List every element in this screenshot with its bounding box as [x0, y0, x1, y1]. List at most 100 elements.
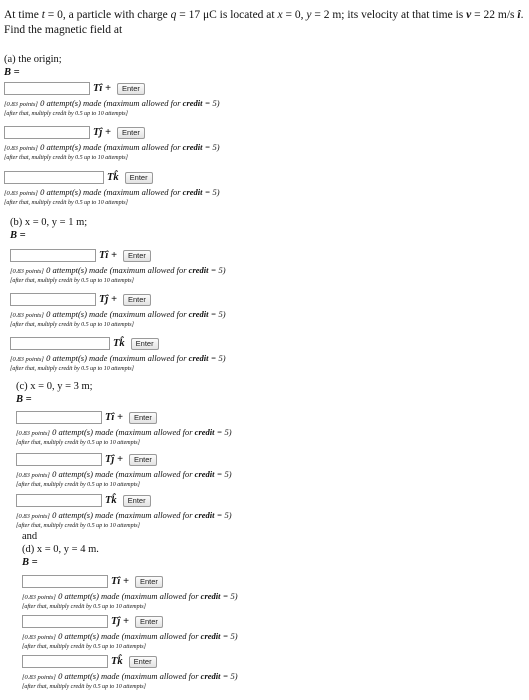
max-text: = 5): [202, 98, 220, 108]
problem-text: = 0,: [282, 9, 307, 21]
enter-button-b-i[interactable]: Enter: [122, 249, 151, 262]
credit-label: credit: [188, 265, 209, 275]
answer-block-b-i: Tî + Enter [0.83 points] 0 attempt(s) ma…: [10, 247, 390, 285]
points-label: [0.83 points]: [4, 145, 38, 152]
credit-note: [after that, multiply credit by 0.5 up t…: [4, 155, 128, 161]
answer-input-b-i[interactable]: [10, 249, 96, 262]
answer-block-b-k: Tk̂ Enter [0.83 points] 0 attempt(s) mad…: [10, 335, 390, 373]
points-label: [0.83 points]: [22, 634, 56, 641]
enter-button-a-i[interactable]: Enter: [116, 82, 145, 95]
problem-text: = 17 μC is located at: [176, 9, 278, 21]
answer-input-a-j[interactable]: [4, 126, 90, 139]
enter-button-d-j[interactable]: Enter: [134, 615, 163, 628]
attempt-status: [0.83 points] 0 attempt(s) made (maximum…: [22, 591, 402, 603]
answer-input-b-j[interactable]: [10, 293, 96, 306]
credit-label: credit: [182, 187, 203, 197]
attempts-text: 0 attempt(s) made (maximum allowed for: [58, 671, 201, 681]
answer-input-c-k[interactable]: [16, 494, 102, 507]
enter-button-b-k[interactable]: Enter: [130, 337, 159, 350]
part-b-title: (b) x = 0, y = 1 m;: [10, 217, 88, 228]
credit-label: credit: [200, 631, 221, 641]
max-text: = 5): [220, 631, 238, 641]
credit-label: credit: [194, 469, 215, 479]
attempts-text: 0 attempt(s) made (maximum allowed for: [46, 265, 189, 275]
answer-block-d-j: Tĵ + Enter [0.83 points] 0 attempt(s) ma…: [22, 613, 402, 651]
and-label: and: [22, 531, 38, 542]
max-text: = 5): [208, 265, 226, 275]
problem-text: = 0, a particle with charge: [44, 9, 171, 21]
attempts-text: 0 attempt(s) made (maximum allowed for: [40, 187, 183, 197]
max-text: = 5): [208, 353, 226, 363]
enter-button-b-j[interactable]: Enter: [122, 293, 151, 306]
answer-input-d-k[interactable]: [22, 655, 108, 668]
attempt-status: [0.83 points] 0 attempt(s) made (maximum…: [4, 98, 384, 110]
enter-button-c-j[interactable]: Enter: [128, 453, 157, 466]
points-label: [0.83 points]: [16, 430, 50, 437]
attempt-status: [0.83 points] 0 attempt(s) made (maximum…: [16, 427, 396, 439]
answer-input-b-k[interactable]: [10, 337, 110, 350]
unit-label-j: Tĵ +: [93, 127, 111, 138]
part-c-heading: (c) x = 0, y = 3 m; B =: [16, 380, 93, 406]
enter-button-d-k[interactable]: Enter: [128, 655, 157, 668]
unit-label-i: Tî +: [111, 576, 129, 587]
answer-input-a-i[interactable]: [4, 82, 90, 95]
unit-label-k: Tk̂: [105, 495, 117, 506]
unit-label-i: Tî +: [93, 83, 111, 94]
credit-note: [after that, multiply credit by 0.5 up t…: [22, 644, 146, 650]
credit-note: [after that, multiply credit by 0.5 up t…: [4, 111, 128, 117]
credit-note: [after that, multiply credit by 0.5 up t…: [10, 322, 134, 328]
credit-label: credit: [188, 353, 209, 363]
attempt-status: [0.83 points] 0 attempt(s) made (maximum…: [10, 353, 390, 365]
credit-note: [after that, multiply credit by 0.5 up t…: [16, 523, 140, 529]
part-d-heading: and (d) x = 0, y = 4 m. B =: [22, 530, 99, 569]
points-label: [0.83 points]: [22, 594, 56, 601]
attempts-text: 0 attempt(s) made (maximum allowed for: [52, 427, 195, 437]
part-a-heading: (a) the origin; B =: [4, 53, 62, 79]
answer-block-b-j: Tĵ + Enter [0.83 points] 0 attempt(s) ma…: [10, 291, 390, 329]
answer-input-c-j[interactable]: [16, 453, 102, 466]
answer-input-d-j[interactable]: [22, 615, 108, 628]
enter-button-d-i[interactable]: Enter: [134, 575, 163, 588]
unit-label-j: Tĵ +: [99, 294, 117, 305]
credit-label: credit: [194, 427, 215, 437]
b-field-label: B =: [10, 230, 26, 241]
attempt-status: [0.83 points] 0 attempt(s) made (maximum…: [22, 631, 402, 643]
enter-button-a-j[interactable]: Enter: [116, 126, 145, 139]
unit-label-i: Tî +: [99, 250, 117, 261]
attempt-status: [0.83 points] 0 attempt(s) made (maximum…: [10, 309, 390, 321]
points-label: [0.83 points]: [16, 472, 50, 479]
problem-text: = 2 m; its velocity at that time is: [311, 9, 467, 21]
enter-button-c-i[interactable]: Enter: [128, 411, 157, 424]
points-label: [0.83 points]: [22, 674, 56, 681]
credit-label: credit: [194, 510, 215, 520]
attempts-text: 0 attempt(s) made (maximum allowed for: [40, 98, 183, 108]
answer-block-c-k: Tk̂ Enter [0.83 points] 0 attempt(s) mad…: [16, 492, 396, 530]
attempt-status: [0.83 points] 0 attempt(s) made (maximum…: [10, 265, 390, 277]
enter-button-c-k[interactable]: Enter: [122, 494, 151, 507]
b-field-label: B =: [22, 557, 38, 568]
points-label: [0.83 points]: [10, 356, 44, 363]
problem-statement: At time t = 0, a particle with charge q …: [4, 8, 524, 38]
answer-input-c-i[interactable]: [16, 411, 102, 424]
answer-input-a-k[interactable]: [4, 171, 104, 184]
part-d-title: (d) x = 0, y = 4 m.: [22, 544, 99, 555]
credit-label: credit: [188, 309, 209, 319]
points-label: [0.83 points]: [10, 268, 44, 275]
part-b-heading: (b) x = 0, y = 1 m; B =: [10, 216, 87, 242]
enter-button-a-k[interactable]: Enter: [124, 171, 153, 184]
credit-label: credit: [200, 591, 221, 601]
answer-block-d-k: Tk̂ Enter [0.83 points] 0 attempt(s) mad…: [22, 653, 402, 691]
points-label: [0.83 points]: [4, 190, 38, 197]
credit-note: [after that, multiply credit by 0.5 up t…: [16, 440, 140, 446]
unit-label-k: Tk̂: [107, 172, 119, 183]
max-text: = 5): [202, 187, 220, 197]
max-text: = 5): [214, 510, 232, 520]
answer-input-d-i[interactable]: [22, 575, 108, 588]
attempt-status: [0.83 points] 0 attempt(s) made (maximum…: [16, 469, 396, 481]
problem-text: = 22 m/s: [471, 9, 518, 21]
attempts-text: 0 attempt(s) made (maximum allowed for: [46, 309, 189, 319]
credit-note: [after that, multiply credit by 0.5 up t…: [16, 482, 140, 488]
credit-note: [after that, multiply credit by 0.5 up t…: [10, 366, 134, 372]
points-label: [0.83 points]: [16, 513, 50, 520]
part-a-title: (a) the origin;: [4, 54, 62, 65]
